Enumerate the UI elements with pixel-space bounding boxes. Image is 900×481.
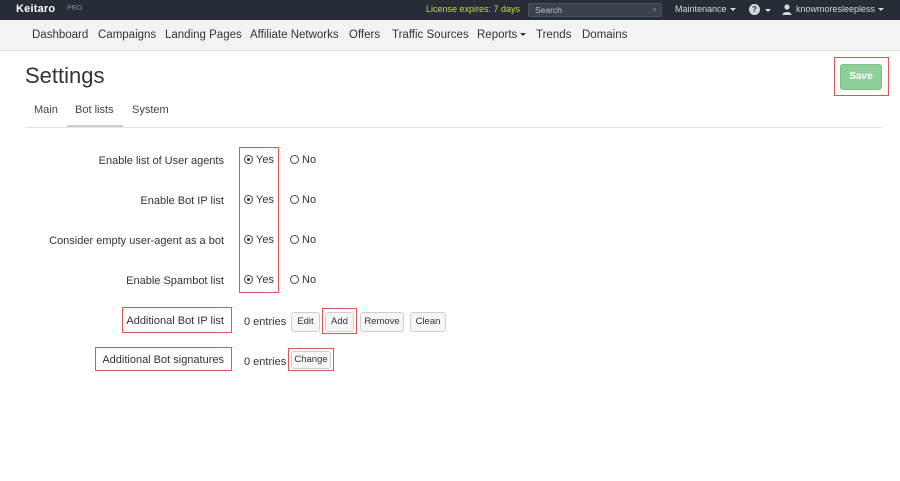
save-button[interactable]: Save [840,64,882,90]
reports-label: Reports [477,29,518,41]
nav-item-domains[interactable]: Domains [582,29,627,41]
bot-ip-remove-button[interactable]: Remove [360,312,404,332]
tab-bot-lists[interactable]: Bot lists [75,104,114,116]
setting-label-spambot-list: Enable Spambot list [126,275,224,287]
yes-options-highlight-box [239,147,279,293]
maintenance-menu[interactable]: Maintenance [675,4,736,14]
nav-item-campaigns[interactable]: Campaigns [98,29,156,41]
radio-no-label: No [302,234,317,246]
chevron-down-icon[interactable] [765,9,771,12]
radio-no-label: No [302,154,317,166]
radio-bot-ip-no[interactable]: No [290,194,316,206]
help-icon[interactable]: ? [749,4,760,15]
radio-unchecked-icon [290,235,299,244]
additional-bot-signatures-label: Additional Bot signatures [102,354,224,366]
chevron-down-icon [878,8,885,12]
setting-label-bot-ip-list: Enable Bot IP list [140,195,224,207]
license-status[interactable]: License expires: 7 days [426,4,520,14]
nav-item-reports[interactable]: Reports [477,29,527,41]
nav-item-dashboard[interactable]: Dashboard [32,29,88,41]
maintenance-label: Maintenance [675,4,727,14]
search-placeholder: Search [535,5,562,15]
radio-unchecked-icon [290,155,299,164]
bot-signatures-entries-count: 0 entries [244,356,287,368]
additional-bot-ip-label: Additional Bot IP list [126,315,224,327]
bot-ip-entries-count: 0 entries [244,316,287,328]
nav-item-offers[interactable]: Offers [349,29,380,41]
nav-item-traffic-sources[interactable]: Traffic Sources [392,29,469,41]
radio-unchecked-icon [290,275,299,284]
radio-user-agents-no[interactable]: No [290,154,316,166]
bot-signatures-change-button[interactable]: Change [291,351,331,369]
user-icon[interactable] [782,4,792,15]
radio-empty-ua-no[interactable]: No [290,234,316,246]
bot-ip-add-button[interactable]: Add [325,312,354,332]
page-title: Settings [25,63,105,88]
tabs-divider [25,127,882,128]
app-logo[interactable]: Keitaro [16,3,55,15]
tab-main[interactable]: Main [34,104,58,116]
username-label: knowmoresleepless [796,4,876,14]
setting-label-user-agents: Enable list of User agents [98,155,224,167]
search-input[interactable]: Search ⌕ [528,3,662,17]
search-icon[interactable]: ⌕ [653,5,657,15]
user-menu[interactable]: knowmoresleepless [796,4,885,14]
chevron-down-icon [520,33,527,37]
chevron-down-icon [729,8,736,12]
bot-ip-clean-button[interactable]: Clean [410,312,446,332]
radio-no-label: No [302,194,317,206]
bot-ip-edit-button[interactable]: Edit [291,312,320,332]
main-nav: Dashboard Campaigns Landing Pages Affili… [0,20,900,51]
radio-no-label: No [302,274,317,286]
top-bar: Keitaro PRO License expires: 7 days Sear… [0,0,900,20]
radio-unchecked-icon [290,195,299,204]
nav-item-affiliate-networks[interactable]: Affiliate Networks [250,29,339,41]
tab-system[interactable]: System [132,104,169,116]
setting-label-empty-user-agent: Consider empty user-agent as a bot [49,235,224,247]
nav-item-landing-pages[interactable]: Landing Pages [165,29,242,41]
pro-badge: PRO [67,5,83,12]
radio-spambot-no[interactable]: No [290,274,316,286]
nav-item-trends[interactable]: Trends [536,29,571,41]
